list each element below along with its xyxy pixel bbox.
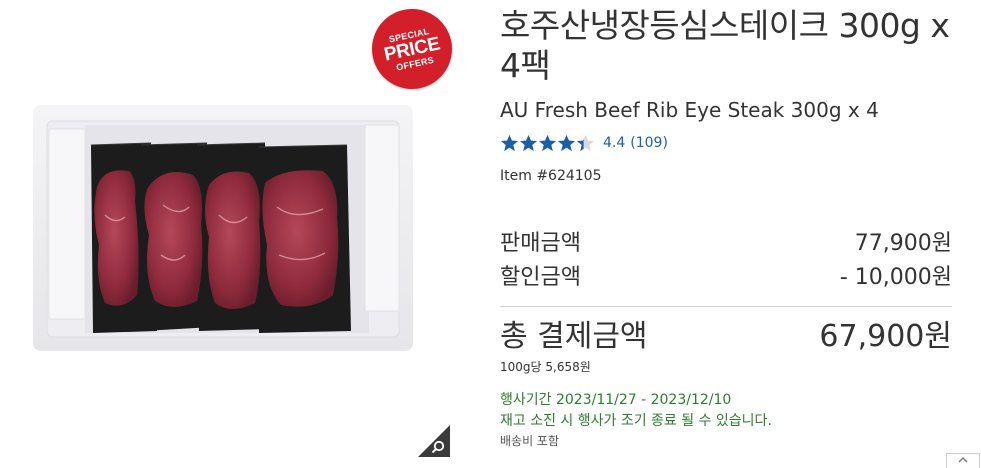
rating: 4.4 (109)	[500, 132, 668, 154]
chevron-up-icon	[958, 457, 968, 463]
star-icon	[557, 134, 576, 151]
scroll-top-button[interactable]	[946, 453, 980, 468]
discount-value: - 10,000원	[839, 265, 952, 290]
star-icon	[538, 134, 557, 151]
sale-price-label: 판매금액	[500, 231, 581, 256]
product-image	[33, 105, 413, 351]
product-gallery: SPECIAL PRICE OFFERS	[0, 0, 470, 465]
star-icon	[500, 134, 519, 151]
rating-value: 4.4	[603, 135, 626, 151]
discount-label: 할인금액	[500, 265, 581, 290]
promotion-note: 재고 소진 시 행사가 조기 종료 될 수 있습니다.	[500, 413, 772, 429]
zoom-button[interactable]	[418, 425, 450, 457]
review-count-link[interactable]: (109)	[630, 135, 668, 151]
total-price-row: 총 결제금액 67,900원	[500, 318, 952, 356]
sale-price-value: 77,900원	[854, 231, 952, 256]
promotion-period: 행사기간 2023/11/27 - 2023/12/10	[500, 392, 732, 408]
item-number: Item #624105	[500, 168, 602, 184]
product-title-korean: 호주산냉장등심스테이크 300g x 4팩	[500, 6, 950, 85]
sale-price-row: 판매금액 77,900원	[500, 230, 952, 258]
star-icon	[519, 134, 538, 151]
product-title-english: AU Fresh Beef Rib Eye Steak 300g x 4	[500, 98, 879, 122]
magnifier-icon	[418, 425, 450, 457]
total-price-label: 총 결제금액	[500, 319, 648, 354]
shipping-info: 배송비 포함	[500, 434, 560, 448]
star-icon	[576, 134, 595, 151]
rating-stars	[500, 134, 595, 153]
unit-price: 100g당 5,658원	[500, 360, 591, 374]
price-divider	[500, 306, 952, 307]
special-price-badge: SPECIAL PRICE OFFERS	[364, 1, 460, 97]
total-price-value: 67,900원	[819, 319, 952, 354]
discount-row: 할인금액 - 10,000원	[500, 264, 952, 292]
